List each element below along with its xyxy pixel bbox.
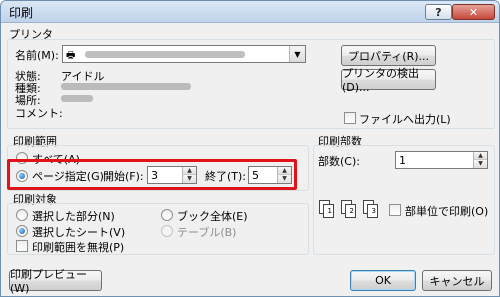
properties-button[interactable]: プロパティ(R)... [341, 45, 436, 66]
printer-name-redacted [85, 51, 245, 58]
collate-checkbox[interactable] [389, 204, 401, 216]
collate-page-icon: 3 3 [363, 200, 381, 220]
print-to-file-label: ファイルへ出力(L) [359, 113, 451, 126]
target-entire-book-label: ブック全体(E) [177, 210, 248, 223]
printer-name-label: 名前(M): [15, 49, 59, 62]
ignore-print-area-checkbox[interactable] [16, 240, 28, 252]
status-value: アイドル [61, 70, 105, 83]
location-value-redacted [61, 95, 93, 102]
target-table-radio[interactable] [161, 225, 173, 237]
dialog-title: 印刷 [9, 6, 34, 20]
copies-count-label: 部数(C): [318, 155, 360, 168]
ok-button[interactable]: OK [350, 270, 416, 291]
spin-up-icon[interactable]: ▲ [473, 152, 487, 160]
print-preview-button[interactable]: 印刷プレビュー(W) [9, 268, 102, 295]
copies-count-value: 1 [399, 154, 406, 167]
spin-down-icon[interactable]: ▼ [473, 160, 487, 168]
close-button[interactable]: ✕ [452, 4, 495, 20]
page-range-highlight [7, 159, 297, 190]
target-entire-book-radio[interactable] [161, 209, 173, 221]
find-printer-button[interactable]: プリンタの検出(D)... [341, 67, 436, 94]
printer-name-combo[interactable]: 🖶 ▼ [62, 45, 306, 63]
help-button[interactable]: ? [425, 4, 452, 20]
title-bar: 印刷 ? ✕ [1, 1, 499, 23]
print-to-file-checkbox[interactable] [344, 112, 356, 124]
print-dialog: 印刷 ? ✕ プリンタ 名前(M): 🖶 ▼ 状態: アイドル 種類: 場所: … [0, 0, 500, 297]
comment-label: コメント: [15, 107, 63, 120]
printer-icon: 🖶 [66, 50, 76, 61]
target-selected-sheets-radio[interactable] [16, 225, 28, 237]
ignore-print-area-label: 印刷範囲を無視(P) [32, 241, 125, 254]
collate-label: 部単位で印刷(O) [405, 205, 489, 218]
target-selected-sheets-label: 選択したシート(V) [32, 226, 126, 239]
cancel-button[interactable]: キャンセル [422, 270, 492, 291]
type-value-redacted [61, 83, 191, 90]
chevron-down-icon[interactable]: ▼ [289, 46, 305, 62]
collate-page-icon: 1 1 [319, 200, 337, 220]
collate-page-icon: 2 2 [341, 200, 359, 220]
copies-spinner[interactable]: 1 ▲ ▼ [395, 151, 488, 169]
target-selection-radio[interactable] [16, 209, 28, 221]
target-selection-label: 選択した部分(N) [32, 210, 115, 223]
target-table-label: テーブル(B) [177, 226, 237, 239]
